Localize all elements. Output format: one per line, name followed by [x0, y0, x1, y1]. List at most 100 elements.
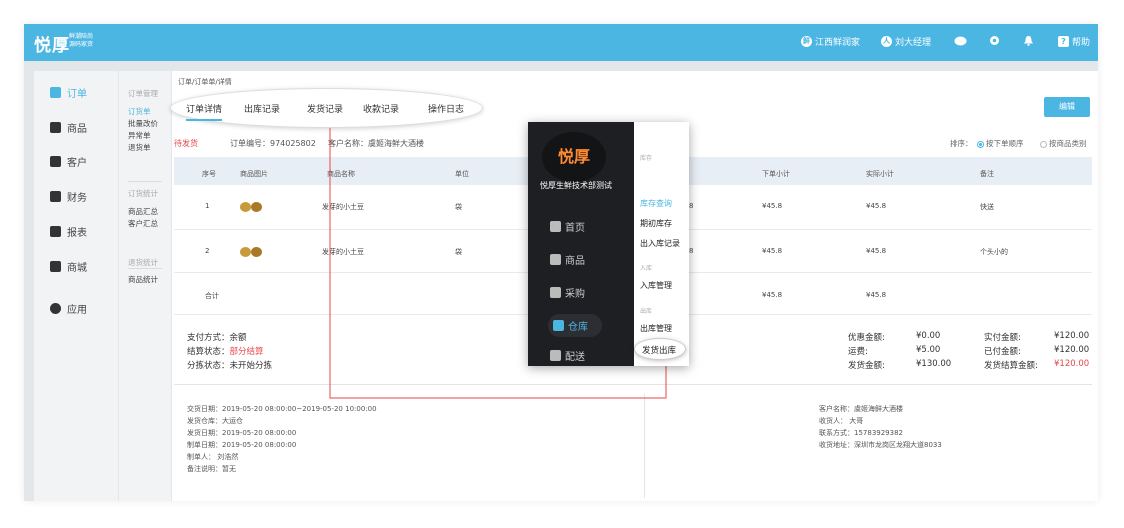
th-order-subtotal: 下单小计 — [762, 170, 790, 178]
submenu-inbound-mgmt[interactable]: 入库管理 — [640, 280, 672, 291]
finance-icon — [50, 191, 61, 202]
submenu-initial-stock[interactable]: 期初库存 — [640, 218, 672, 229]
row1-name[interactable]: 发芽的小土豆 — [322, 202, 364, 212]
row2-actual-subtotal: ¥45.8 — [866, 247, 887, 255]
sidebar-item-customers[interactable]: 客户 — [50, 154, 87, 169]
row1-actual-subtotal: ¥45.8 — [866, 202, 887, 210]
submenu-stock-query[interactable]: 库存查询 — [640, 198, 672, 209]
cloud-icon — [954, 36, 967, 46]
customer-name: 客户名称：虞姬海鲜大酒楼 — [328, 139, 424, 148]
subnav-returns[interactable]: 退货单 — [128, 142, 151, 153]
popup-nav-delivery[interactable]: 配送 — [550, 348, 585, 363]
tab-order-details[interactable]: 订单详情 — [186, 102, 223, 121]
row2-no: 2 — [205, 247, 210, 255]
warehouse-icon — [553, 320, 564, 331]
subnav-customer-summary[interactable]: 客户汇总 — [128, 218, 158, 229]
user-menu[interactable]: 人 刘大经理 — [881, 35, 931, 48]
discount-value: ¥0.00 — [916, 331, 941, 341]
popup-nav-goods[interactable]: 商品 — [550, 252, 585, 267]
sidebar-item-mall[interactable]: 商城 — [50, 259, 87, 274]
th-actual-subtotal: 实际小计 — [866, 170, 894, 178]
details-right: 客户名称：虞姬海鲜大酒楼 收货人： 大哥 联系方式：15783929382 收货… — [819, 405, 942, 449]
popup-nav-purchase[interactable]: 采购 — [550, 285, 585, 300]
subnav-batch-price[interactable]: 批量改价 — [128, 118, 158, 129]
sidebar-item-reports[interactable]: 报表 — [50, 224, 87, 239]
radio-unselected — [1040, 140, 1047, 148]
tab-shipping-records[interactable]: 发货记录 — [307, 102, 343, 115]
navigation-popup: 悦厚 悦厚生鲜技术部测试 首页 商品 采购 仓库 配送 库存 库存查询 期初库存… — [528, 122, 689, 366]
ship-amount-value: ¥130.00 — [916, 359, 952, 369]
submenu-head-inbound: 入库 — [640, 265, 653, 272]
edit-button[interactable]: 编辑 — [1044, 97, 1090, 117]
secondary-sidebar: 订单管理 订货单 批量改价 异常单 退货单 订货统计 商品汇总 客户汇总 退货统… — [119, 71, 171, 501]
radio-selected — [977, 140, 984, 148]
submenu-outbound-mgmt[interactable]: 出库管理 — [640, 323, 672, 334]
settings-button[interactable] — [989, 35, 1000, 46]
submenu-head-stock: 库存 — [640, 155, 653, 162]
th-no: 序号 — [202, 170, 216, 178]
row2-order-subtotal: ¥45.8 — [762, 247, 783, 255]
sidebar-item-goods[interactable]: 商品 — [50, 120, 87, 135]
sidebar-item-orders[interactable]: 订单 — [50, 85, 87, 100]
purchase-icon — [550, 287, 561, 298]
sidebar-item-finance[interactable]: 财务 — [50, 189, 87, 204]
ship-amount-label: 发货金额: — [848, 361, 885, 371]
order-number: 订单编号：974025802 — [230, 139, 316, 148]
help-button[interactable]: ? 帮助 — [1058, 35, 1090, 48]
subnav-goods-stats[interactable]: 商品统计 — [128, 274, 158, 285]
popup-logo: 悦厚 — [542, 132, 606, 182]
paid-value: ¥120.00 — [1054, 331, 1090, 341]
product-thumbnail — [240, 245, 264, 259]
group-head-order-mgmt: 订单管理 — [128, 89, 158, 98]
th-name: 商品名称 — [327, 170, 355, 178]
divider — [128, 181, 162, 182]
subnav-goods-summary[interactable]: 商品汇总 — [128, 206, 158, 217]
goods-icon — [50, 122, 61, 133]
row1-note: 快送 — [980, 203, 994, 211]
row1-unit: 袋 — [455, 203, 462, 211]
goods-icon — [550, 254, 561, 265]
already-paid-value: ¥120.00 — [1054, 345, 1090, 355]
sort-by-order[interactable]: 按下单顺序 — [977, 138, 1024, 149]
submenu-io-records[interactable]: 出入库记录 — [640, 238, 680, 249]
app-icon — [50, 303, 61, 314]
submenu-ship-outbound[interactable]: 发货出库 — [642, 344, 676, 356]
report-icon — [50, 226, 61, 237]
freight-label: 运费: — [848, 347, 868, 357]
total-label: 合计 — [205, 292, 219, 300]
row2-name[interactable]: 发芽的小土豆 — [322, 247, 364, 257]
group-head-return-stats: 退货统计 — [128, 258, 158, 267]
total-actual-subtotal: ¥45.8 — [866, 291, 887, 299]
product-thumbnail — [240, 200, 264, 214]
popup-nav-warehouse[interactable]: 仓库 — [548, 314, 602, 337]
row1-no: 1 — [205, 202, 210, 210]
logo: 悦厚 — [34, 36, 70, 56]
row2-note: 个头小的 — [980, 248, 1008, 256]
popup-submenu: 库存 库存查询 期初库存 出入库记录 入库 入库管理 出库 出库管理 — [634, 122, 689, 366]
tab-payment-records[interactable]: 收款记录 — [363, 102, 399, 115]
subnav-order-list[interactable]: 订货单 — [128, 106, 151, 117]
sort-by-category[interactable]: 按商品类别 — [1040, 138, 1087, 149]
th-image: 商品图片 — [240, 170, 268, 178]
subnav-exception[interactable]: 异常单 — [128, 130, 151, 141]
primary-sidebar: 订单 商品 客户 财务 报表 商城 应用 — [34, 71, 118, 501]
sort-state: 分拣状态：未开始分拣 — [187, 361, 273, 371]
store-icon: 鲜 — [801, 36, 812, 47]
paid-label: 实付金额: — [984, 333, 1021, 343]
switch-button[interactable] — [954, 35, 967, 46]
sidebar-item-apps[interactable]: 应用 — [50, 301, 87, 316]
row2-partial: 8 — [689, 247, 694, 255]
sort-label: 排序： — [950, 139, 973, 148]
final-amount-label: 发货结算金额: — [984, 361, 1038, 371]
user-icon: 人 — [881, 36, 892, 47]
tab-operation-log[interactable]: 操作日志 — [428, 102, 464, 115]
final-amount-value: ¥120.00 — [1054, 359, 1090, 369]
popup-nav-home[interactable]: 首页 — [550, 219, 585, 234]
already-paid-label: 已付金额: — [984, 347, 1021, 357]
notifications-button[interactable] — [1023, 35, 1034, 46]
order-icon — [50, 87, 61, 98]
store-selector[interactable]: 鲜 江西鲜润家 — [801, 35, 860, 48]
group-head-order-stats: 订货统计 — [128, 189, 158, 198]
tab-outbound-records[interactable]: 出库记录 — [244, 102, 280, 115]
th-unit: 单位 — [455, 170, 469, 178]
